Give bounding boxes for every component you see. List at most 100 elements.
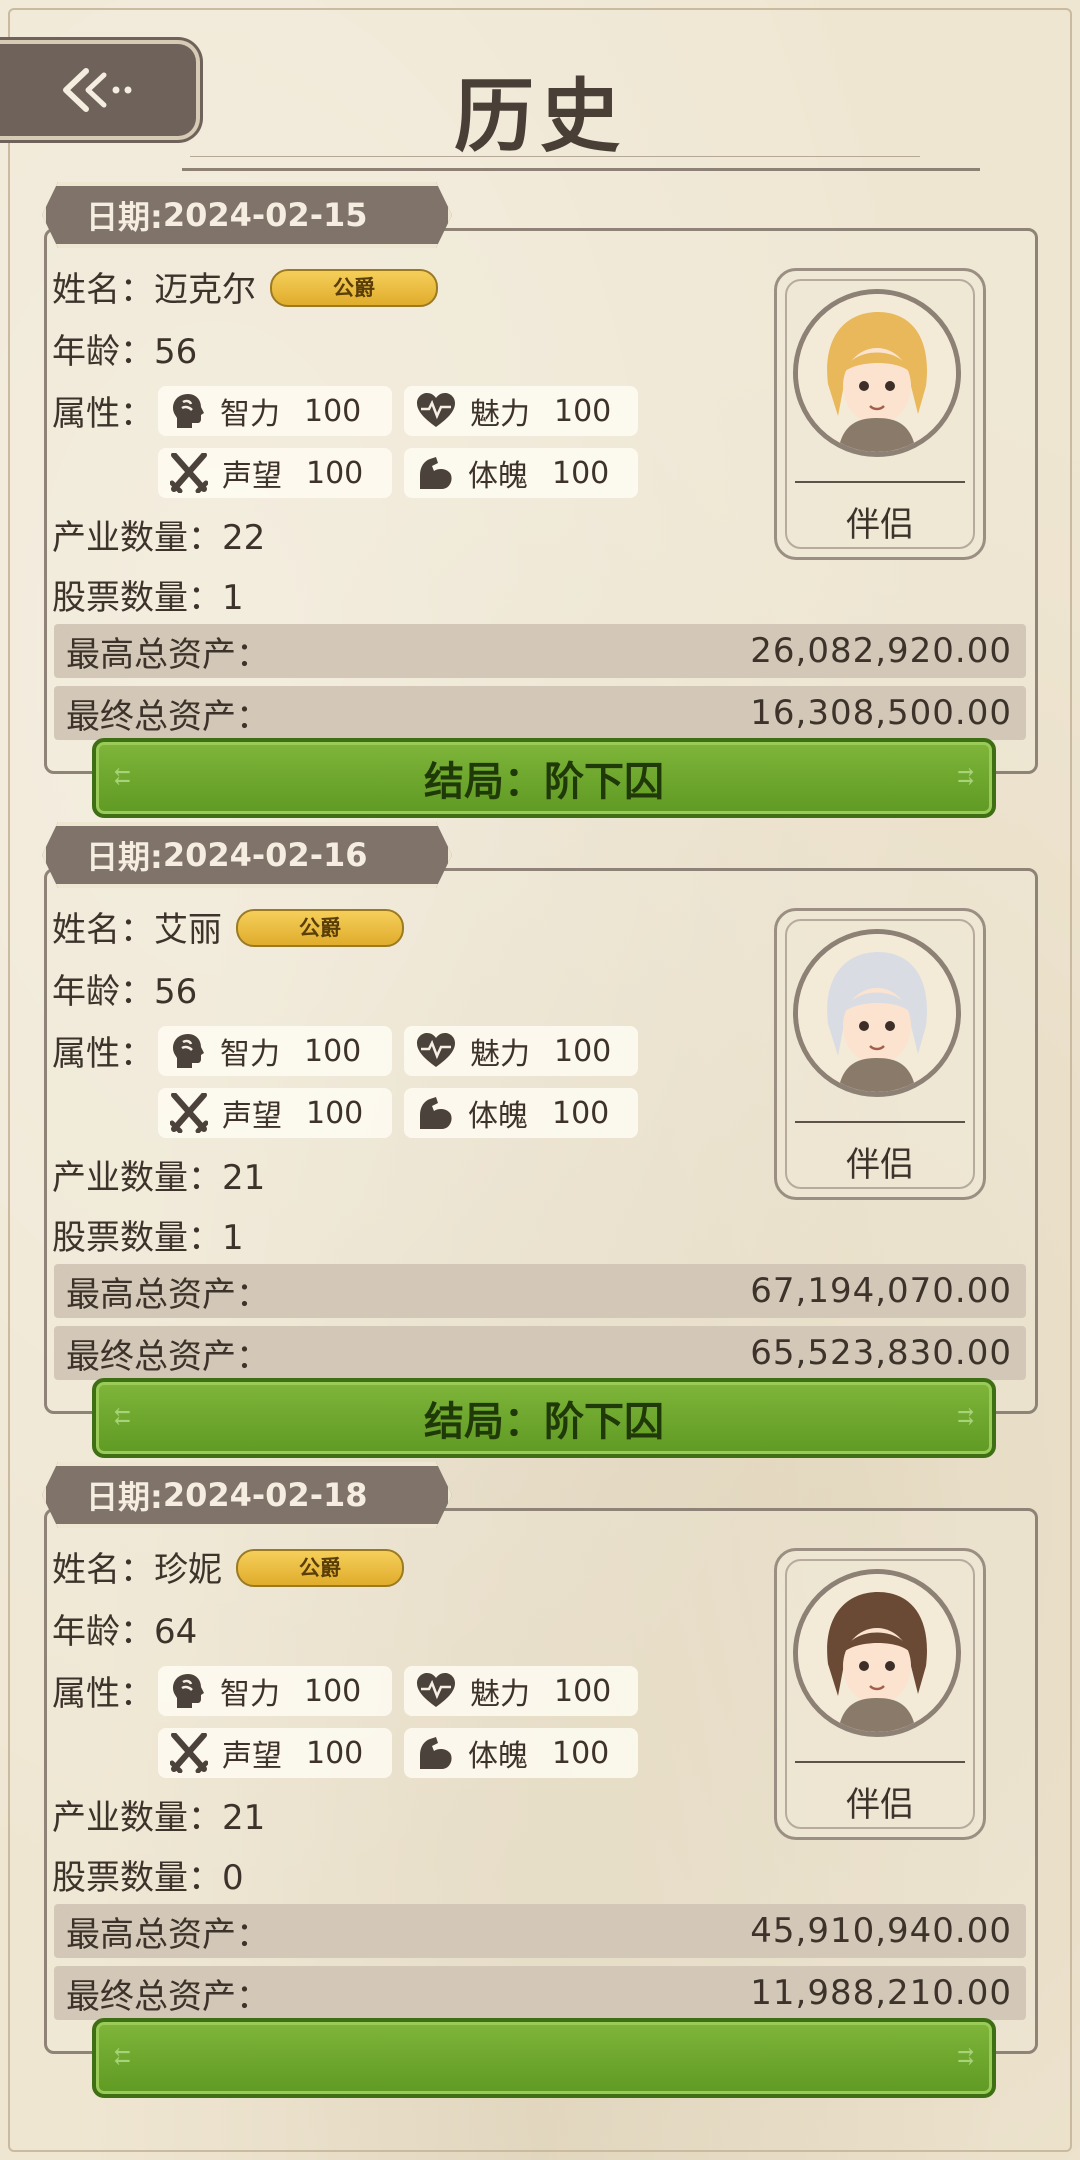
attr-intelligence: 智力 100: [158, 386, 392, 436]
final-assets-value: 11,988,210.00: [750, 1973, 1012, 2013]
partner-label: 伴侣: [846, 505, 914, 545]
ending-banner: ⇇ 结局：阶下囚 ⇉: [92, 1378, 996, 1458]
attr-name: 体魄: [468, 1099, 528, 1134]
attr-intelligence: 智力 100: [158, 1026, 392, 1076]
final-assets-label: 最终总资产：: [66, 696, 270, 737]
history-record: 日期: 2024-02-18 姓名：珍妮 公爵 年龄：64 属性： 智力 100 魅…: [40, 1462, 1038, 2102]
ending-banner: ⇇ ⇉: [92, 2018, 996, 2098]
stocks-label: 股票数量：: [52, 578, 222, 618]
industry-row: 产业数量：22: [52, 510, 265, 559]
partner-label: 伴侣: [846, 1145, 914, 1185]
ending-text: 结局：阶下囚: [424, 1398, 664, 1445]
right-ornament-icon: ⇉: [957, 1404, 974, 1428]
partner-card[interactable]: 伴侣: [774, 268, 986, 560]
heart-pulse-icon: [417, 1033, 455, 1067]
stocks-label: 股票数量：: [52, 1218, 222, 1258]
date-prefix: 日期:: [86, 198, 163, 236]
stocks-value: 1: [222, 578, 244, 618]
attr-charm: 魅力 100: [404, 1026, 638, 1076]
date-tab: 日期: 2024-02-16: [42, 822, 452, 888]
attr-value: 100: [304, 1673, 362, 1709]
flexed-arm-icon: [420, 457, 452, 489]
flexed-arm-icon: [420, 1737, 452, 1769]
attr-charm: 魅力 100: [404, 386, 638, 436]
crossed-swords-icon: [170, 1093, 208, 1133]
max-assets-label: 最高总资产：: [66, 634, 270, 675]
attr-name: 声望: [222, 1099, 282, 1134]
industry-label: 产业数量：: [52, 518, 222, 558]
final-assets-value: 65,523,830.00: [750, 1333, 1012, 1373]
page-title: 历史: [454, 69, 626, 163]
partner-portrait: [798, 294, 956, 452]
brain-head-icon: [173, 1674, 204, 1708]
stocks-row: 股票数量：0: [52, 1850, 244, 1899]
date-value: 2024-02-16: [162, 836, 368, 874]
age-row: 年龄：56: [52, 964, 197, 1013]
crossed-swords-icon: [170, 453, 208, 493]
partner-label: 伴侣: [846, 1785, 914, 1825]
name-row: 姓名：艾丽 公爵: [52, 902, 404, 951]
attr-fame: 声望 100: [158, 448, 392, 498]
attr-value: 100: [306, 1095, 364, 1131]
industry-value: 21: [222, 1798, 266, 1838]
industry-label: 产业数量：: [52, 1158, 222, 1198]
age-label: 年龄：: [52, 972, 154, 1012]
stocks-value: 1: [222, 1218, 244, 1258]
partner-avatar: [793, 929, 961, 1097]
age-row: 年龄：64: [52, 1604, 197, 1653]
attr-value: 100: [554, 1673, 612, 1709]
max-assets-row: 最高总资产： 67,194,070.00: [54, 1264, 1026, 1318]
left-ornament-icon: ⇇: [114, 1404, 131, 1428]
left-ornament-icon: ⇇: [114, 2044, 131, 2068]
partner-portrait: [798, 934, 956, 1092]
age-value: 56: [154, 972, 198, 1012]
age-label: 年龄：: [52, 1612, 154, 1652]
partner-portrait: [798, 1574, 956, 1732]
attr-fame: 声望 100: [158, 1728, 392, 1778]
attr-value: 100: [306, 455, 364, 491]
partner-card[interactable]: 伴侣: [774, 908, 986, 1200]
attr-name: 魅力: [470, 1677, 530, 1712]
attr-intelligence: 智力 100: [158, 1666, 392, 1716]
ending-banner: ⇇ 结局：阶下囚 ⇉: [92, 738, 996, 818]
final-assets-value: 16,308,500.00: [750, 693, 1012, 733]
final-assets-row: 最终总资产： 16,308,500.00: [54, 686, 1026, 740]
max-assets-value: 67,194,070.00: [750, 1271, 1012, 1311]
age-label: 年龄：: [52, 332, 154, 372]
age-value: 64: [154, 1612, 198, 1652]
max-assets-label: 最高总资产：: [66, 1914, 270, 1955]
attr-name: 体魄: [468, 459, 528, 494]
partner-avatar: [793, 289, 961, 457]
industry-value: 21: [222, 1158, 266, 1198]
max-assets-value: 26,082,920.00: [750, 631, 1012, 671]
attr-name: 智力: [220, 1677, 280, 1712]
right-ornament-icon: ⇉: [957, 2044, 974, 2068]
name-value: 珍妮: [154, 1550, 222, 1590]
brain-head-icon: [173, 1034, 204, 1068]
date-tab: 日期: 2024-02-15: [42, 182, 452, 248]
brain-head-icon: [173, 394, 204, 428]
partner-card[interactable]: 伴侣: [774, 1548, 986, 1840]
title-badge: 公爵: [236, 908, 404, 947]
attr-value: 100: [306, 1735, 364, 1771]
attr-name: 魅力: [470, 397, 530, 432]
left-ornament-icon: ⇇: [114, 764, 131, 788]
date-value: 2024-02-18: [162, 1476, 368, 1514]
industry-row: 产业数量：21: [52, 1790, 265, 1839]
attr-value: 100: [552, 455, 610, 491]
date-prefix: 日期:: [86, 838, 163, 876]
date-value: 2024-02-15: [162, 196, 368, 234]
max-assets-label: 最高总资产：: [66, 1274, 270, 1315]
final-assets-row: 最终总资产： 11,988,210.00: [54, 1966, 1026, 2020]
attr-value: 100: [554, 1033, 612, 1069]
attr-value: 100: [304, 1033, 362, 1069]
age-value: 56: [154, 332, 198, 372]
ending-text: 结局：阶下囚: [424, 758, 664, 805]
title-divider: [182, 168, 980, 171]
attr-name: 声望: [222, 459, 282, 494]
attr-name: 魅力: [470, 1037, 530, 1072]
partner-divider: [795, 481, 965, 483]
partner-divider: [795, 1761, 965, 1763]
partner-divider: [795, 1121, 965, 1123]
date-prefix: 日期:: [86, 1478, 163, 1516]
